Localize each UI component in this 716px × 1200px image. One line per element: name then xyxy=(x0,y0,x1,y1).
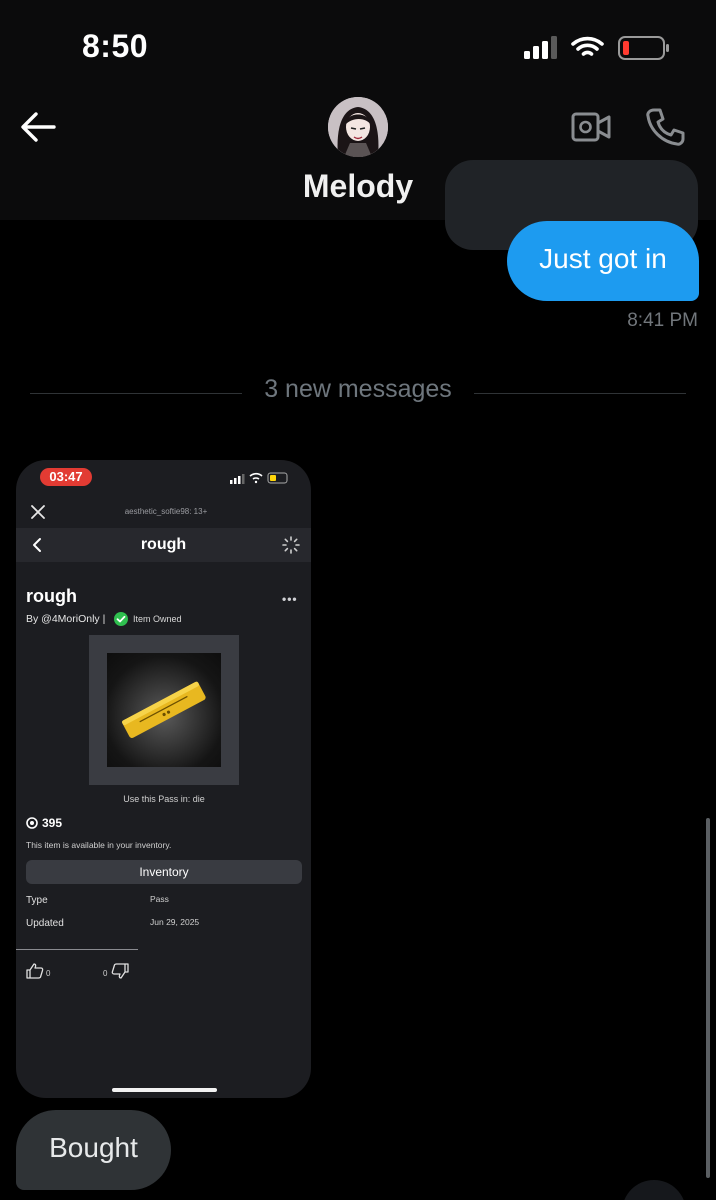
shot-status-icons xyxy=(230,472,288,484)
shot-status-time: 03:47 xyxy=(40,468,92,486)
shot-thumbs-up-icon xyxy=(26,963,44,979)
shot-home-indicator xyxy=(112,1088,217,1092)
shot-thumbs-down-icon xyxy=(111,963,129,979)
divider-line-left xyxy=(30,393,242,394)
shot-loading-spinner-icon xyxy=(282,536,300,554)
back-arrow-icon[interactable] xyxy=(18,108,58,148)
scrollbar[interactable] xyxy=(706,818,710,1178)
battery-low-icon xyxy=(618,36,669,60)
shot-creator: By @4MoriOnly | xyxy=(26,613,105,625)
sent-message-text: Just got in xyxy=(539,243,667,274)
shot-close-icon xyxy=(31,505,45,519)
shot-pass-thumbnail xyxy=(122,681,206,738)
signal-icon xyxy=(524,36,557,59)
shot-updated-value: Jun 29, 2025 xyxy=(150,917,200,927)
shot-divider xyxy=(16,949,138,950)
status-icons xyxy=(524,36,669,60)
scroll-to-bottom-button[interactable] xyxy=(622,1180,686,1200)
shot-robux-icon xyxy=(26,817,38,829)
shot-topbar-title: aesthetic_softie98: 13+ xyxy=(124,507,208,516)
divider-line-right xyxy=(474,393,686,394)
shot-more-icon: ••• xyxy=(282,592,298,606)
shot-nav-title: rough xyxy=(140,536,187,553)
shared-screenshot-image[interactable]: 03:47 aesthetic_softie98: 13+ rough roug… xyxy=(16,460,311,1098)
shot-item-owned: Item Owned xyxy=(133,614,182,624)
shot-back-chevron-icon xyxy=(33,538,41,552)
contact-name[interactable]: Melody xyxy=(258,168,458,205)
shot-type-label: Type xyxy=(26,895,48,906)
shot-use-pass-text: Use this Pass in: die xyxy=(123,794,205,804)
wifi-icon xyxy=(571,36,604,56)
shot-type-value: Pass xyxy=(150,894,169,904)
shot-dislike-count: 0 xyxy=(103,969,108,978)
shot-item-title: rough xyxy=(26,586,77,606)
status-time: 8:50 xyxy=(82,28,149,64)
shot-availability-text: This item is available in your inventory… xyxy=(26,840,172,850)
received-message-text: Bought xyxy=(49,1132,138,1163)
sent-message-time: 8:41 PM xyxy=(627,310,698,331)
video-call-icon[interactable] xyxy=(570,108,612,146)
shot-owned-check-icon xyxy=(114,612,128,626)
shot-updated-label: Updated xyxy=(26,918,64,929)
shot-separator: | xyxy=(99,613,106,625)
shot-creator-text: By @4MoriOnly xyxy=(26,613,100,625)
shot-inventory-button-label: Inventory xyxy=(139,865,189,879)
new-messages-divider: 3 new messages xyxy=(264,375,452,403)
avatar[interactable] xyxy=(328,97,388,157)
shot-price: 395 xyxy=(42,816,63,830)
phone-call-icon[interactable] xyxy=(644,106,686,148)
shot-like-count: 0 xyxy=(46,969,51,978)
